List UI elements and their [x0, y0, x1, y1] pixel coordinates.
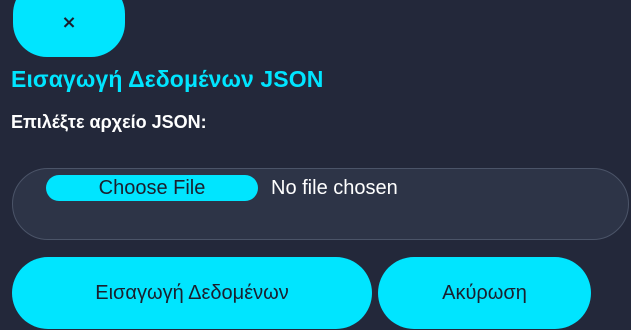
close-icon: × [61, 12, 77, 33]
cancel-button[interactable]: Ακύρωση [378, 257, 591, 329]
dialog-title: Εισαγωγή Δεδομένων JSON [11, 66, 324, 92]
choose-file-button[interactable]: Choose File [46, 175, 258, 201]
json-import-dialog: × Εισαγωγή Δεδομένων JSON Επιλέξτε αρχεί… [0, 0, 631, 330]
close-button[interactable]: × [13, 0, 125, 57]
import-data-button[interactable]: Εισαγωγή Δεδομένων [12, 257, 372, 329]
file-status-text: No file chosen [271, 177, 398, 199]
json-file-input[interactable]: Choose File No file chosen [12, 168, 629, 240]
file-field-label: Επιλέξτε αρχείο JSON: [11, 112, 207, 132]
